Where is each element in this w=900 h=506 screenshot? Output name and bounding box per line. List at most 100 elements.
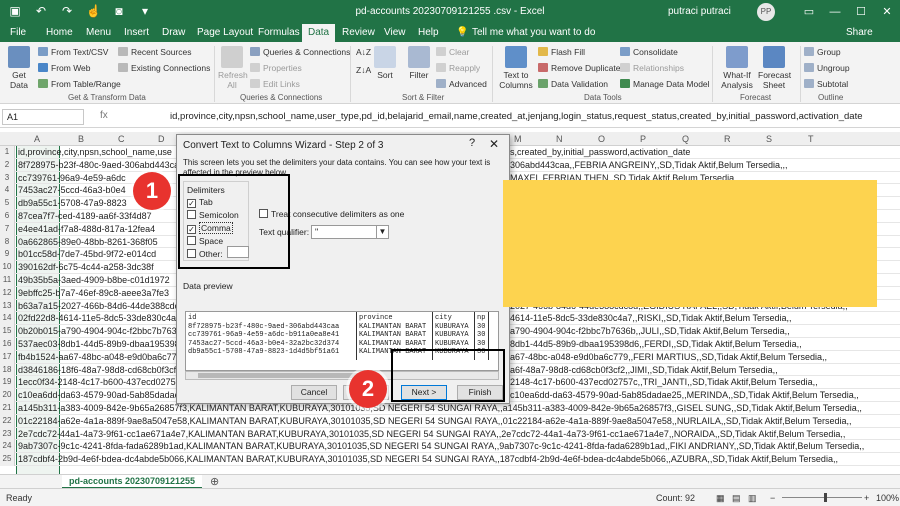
row-header[interactable]: 25 [0, 453, 15, 466]
row-header[interactable]: 3 [0, 171, 15, 185]
sort-za-button[interactable]: Z↓A [356, 65, 371, 75]
tab-help[interactable]: Help [418, 27, 439, 38]
tab-page-layout[interactable]: Page Layout [197, 27, 253, 38]
cell-a[interactable]: 2e7cdc72-44a1-4a73-9f61-cc1ae671a4e7,KAL… [18, 429, 845, 440]
zoom-slider-thumb[interactable] [824, 493, 827, 502]
column-header[interactable]: S [766, 134, 772, 144]
cell-a[interactable]: id,province,city,npsn,school_name,use [18, 147, 172, 158]
column-header[interactable]: O [598, 134, 605, 144]
cell-overflow[interactable]: 8db1-44d5-89b9-dbaa195398d6,,FERDI,,SD,T… [510, 339, 802, 350]
cell-overflow[interactable]: 2148-4c17-b600-437ecd02757c,,TRI_JANTI,,… [510, 377, 818, 388]
column-header[interactable]: M [514, 134, 522, 144]
cell-a[interactable]: b01cc58d-7de7-45bd-9f72-e014cd [18, 249, 156, 260]
column-header[interactable]: A [34, 134, 40, 144]
row-header[interactable]: 2 [0, 158, 15, 172]
row-header[interactable]: 5 [0, 197, 15, 210]
cell-a[interactable]: 537aec03-8db1-44d5-89b9-dbaa195398d [18, 339, 185, 350]
existing-connections-button[interactable]: Existing Connections [118, 63, 210, 73]
text-to-columns-button[interactable]: Text to Columns [498, 46, 534, 90]
page-break-icon[interactable]: ▥ [748, 493, 757, 504]
row-header[interactable]: 13 [0, 299, 15, 313]
cell-overflow[interactable]: a67-48bc-a048-e9d0ba6c779,,FERI MARTIUS,… [510, 352, 827, 363]
tab-home[interactable]: Home [46, 27, 73, 38]
minimize-icon[interactable]: — [822, 0, 848, 24]
cell-a[interactable]: fb4b1524-aa67-48bc-a048-e9d0ba6c779 [18, 352, 182, 363]
row-header[interactable]: 22 [0, 414, 15, 428]
flash-fill-button[interactable]: Flash Fill [538, 47, 585, 57]
cell-a[interactable]: 0a662865-89e0-48bb-8261-368f05 [18, 237, 158, 248]
cell-a[interactable]: 390162df-6c75-4c44-a258-3dc38f [18, 262, 154, 273]
normal-view-icon[interactable]: ▦ [716, 493, 725, 504]
cell-a[interactable]: 01c22184-a62e-4a1a-889f-9ae8a5047e58,KAL… [18, 416, 851, 427]
row-header[interactable]: 1 [0, 146, 15, 159]
row-header[interactable]: 21 [0, 402, 15, 415]
edit-links-button[interactable]: Edit Links [250, 79, 300, 89]
ungroup-button[interactable]: Ungroup [804, 63, 850, 73]
help-icon[interactable]: ? [469, 137, 475, 149]
queries-connections-button[interactable]: Queries & Connections [250, 47, 350, 57]
cell-a[interactable]: cc739761-96a9-4e59-a6dc [18, 173, 126, 184]
from-web-button[interactable]: From Web [38, 63, 91, 73]
row-header[interactable]: 11 [0, 274, 15, 287]
column-header[interactable]: D [158, 134, 165, 144]
tab-draw[interactable]: Draw [162, 27, 185, 38]
sort-az-button[interactable]: A↓Z [356, 47, 371, 57]
cell-a[interactable]: c10ea6dd-da63-4579-90ad-5ab85dadae25 [18, 390, 190, 401]
tab-review[interactable]: Review [342, 27, 375, 38]
tab-view[interactable]: View [384, 27, 406, 38]
tab-formulas[interactable]: Formulas [258, 27, 300, 38]
column-header[interactable]: C [118, 134, 125, 144]
what-if-analysis-button[interactable]: What-If Analysis [718, 46, 756, 90]
row-header[interactable]: 12 [0, 286, 15, 300]
advanced-button[interactable]: Advanced [436, 79, 487, 89]
zoom-in-icon[interactable]: + [864, 493, 869, 503]
cell-overflow[interactable]: a790-4904-904c-f2bbc7b7636b,,JULI,,SD,Ti… [510, 326, 790, 337]
row-header[interactable]: 20 [0, 389, 15, 402]
row-header[interactable]: 15 [0, 325, 15, 338]
row-header[interactable]: 6 [0, 210, 15, 223]
column-header[interactable]: B [78, 134, 84, 144]
from-table-range-button[interactable]: From Table/Range [38, 79, 121, 89]
text-qualifier-select[interactable]: " ▼ [311, 225, 389, 239]
data-validation-button[interactable]: Data Validation [538, 79, 608, 89]
cell-a[interactable]: 02fd22d8-4614-11e5-8dc5-33de830c4a7 [18, 313, 181, 324]
ribbon-display-icon[interactable]: ▭ [796, 0, 822, 24]
manage-data-model-button[interactable]: Manage Data Model [620, 79, 710, 89]
relationships-button[interactable]: Relationships [620, 63, 684, 73]
row-header[interactable]: 14 [0, 312, 15, 326]
cell-a[interactable]: 7453ac27-5ccd-46a3-b0e4 [18, 185, 126, 196]
fx-icon[interactable]: fx [100, 110, 108, 121]
column-header[interactable]: Q [682, 134, 689, 144]
avatar[interactable]: PP [757, 3, 775, 21]
add-sheet-icon[interactable]: ⊕ [210, 475, 219, 488]
cell-a[interactable]: 9ebffc25-b7a7-46ef-89c8-aeee3a7fe3 [18, 288, 169, 299]
reapply-button[interactable]: Reapply [436, 63, 480, 73]
cell-a[interactable]: b63a7a15-2027-466b-84d6-44de388cdc8d [18, 301, 189, 312]
filter-button[interactable]: Filter [406, 46, 432, 80]
column-header[interactable]: R [724, 134, 731, 144]
page-layout-icon[interactable]: ▤ [732, 493, 741, 504]
zoom-level[interactable]: 100% [876, 493, 899, 503]
subtotal-button[interactable]: Subtotal [804, 79, 848, 89]
row-header[interactable]: 23 [0, 427, 15, 441]
cell-a[interactable]: 8f728975-b23f-480c-9aed-306abd443caa [18, 160, 184, 171]
row-header[interactable]: 9 [0, 248, 15, 262]
remove-duplicates-button[interactable]: Remove Duplicates [538, 63, 625, 73]
cell-a[interactable]: 187cdbf4-2b9d-4e6f-bdea-dc4abde5b066,KAL… [18, 454, 838, 465]
tab-data[interactable]: Data [302, 24, 336, 42]
close-icon[interactable]: ✕ [874, 0, 900, 24]
tab-menu[interactable]: Menu [86, 27, 111, 38]
dialog-close-icon[interactable]: ✕ [489, 137, 499, 151]
cancel-button[interactable]: Cancel [291, 385, 337, 400]
column-header[interactable]: N [556, 134, 563, 144]
zoom-slider[interactable] [782, 497, 862, 498]
row-header[interactable]: 18 [0, 363, 15, 377]
cell-a[interactable]: d3846186-18f6-48a7-98d8-cd68cb0f3cf [18, 365, 176, 376]
column-header[interactable]: T [808, 134, 814, 144]
tab-file[interactable]: File [10, 27, 26, 38]
row-header[interactable]: 7 [0, 222, 15, 236]
name-box[interactable]: A1 [2, 109, 84, 125]
recent-sources-button[interactable]: Recent Sources [118, 47, 191, 57]
cell-a[interactable]: 87cea7f7-ced-4189-aa6f-33f4d87 [18, 211, 152, 222]
tell-me-search[interactable]: Tell me what you want to do [472, 27, 595, 38]
